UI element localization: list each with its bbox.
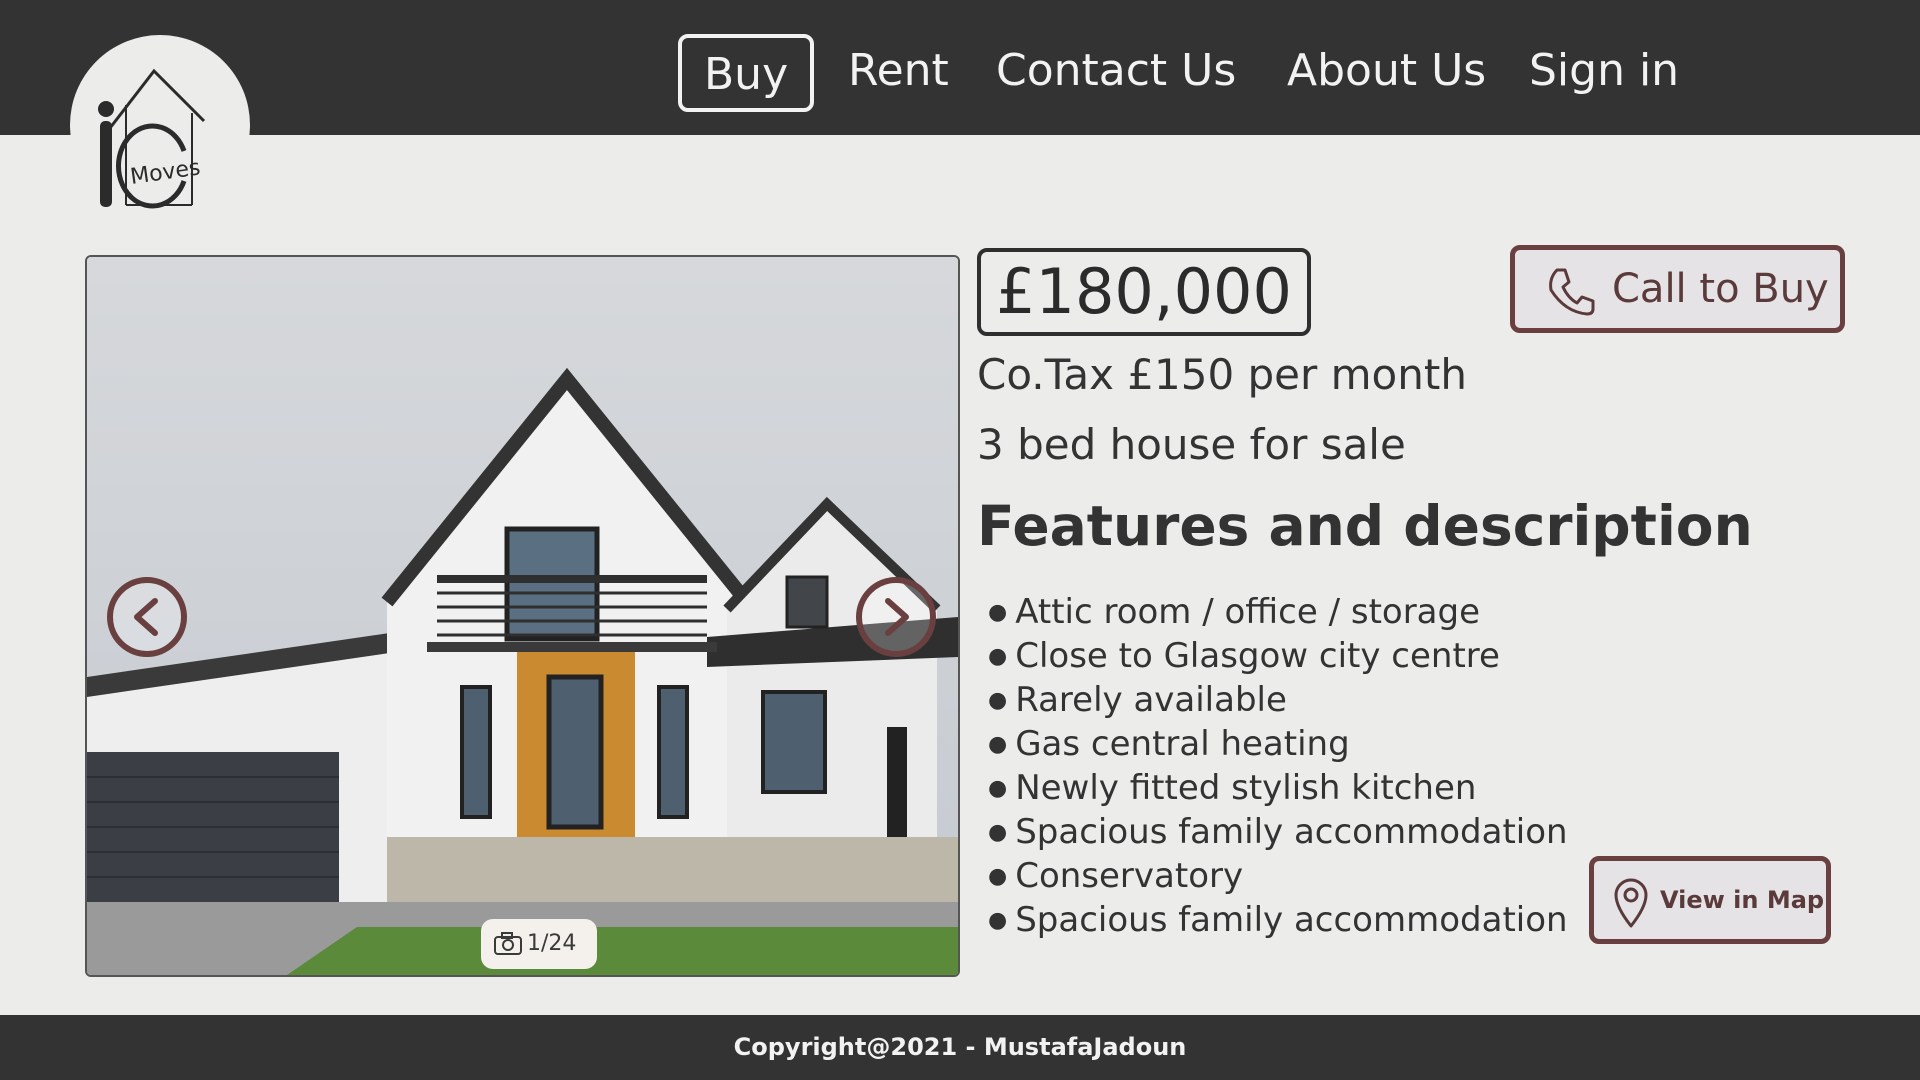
camera-icon xyxy=(494,932,522,955)
feature-item: Rarely available xyxy=(988,678,1568,722)
nav-contact-us[interactable]: Contact Us xyxy=(996,34,1236,112)
footer: Copyright@2021 - MustafaJadoun xyxy=(0,1015,1920,1080)
feature-item: Attic room / office / storage xyxy=(988,590,1568,634)
feature-item: Conservatory xyxy=(988,854,1568,898)
house-photo xyxy=(87,257,958,975)
chevron-right-icon xyxy=(885,598,909,636)
nav-rent[interactable]: Rent xyxy=(848,34,949,112)
photo-counter-text: 1/24 xyxy=(527,931,577,956)
feature-item: Gas central heating xyxy=(988,722,1568,766)
photo-counter: 1/24 xyxy=(481,919,597,969)
feature-item: Newly fitted stylish kitchen xyxy=(988,766,1568,810)
logo[interactable]: Moves xyxy=(70,35,250,215)
view-in-map-button[interactable]: View in Map xyxy=(1589,856,1831,944)
council-tax: Co.Tax £150 per month xyxy=(977,350,1467,399)
feature-item: Spacious family accommodation xyxy=(988,810,1567,854)
house-logo-icon: Moves xyxy=(98,68,206,209)
feature-item: Spacious family accommodation xyxy=(988,898,1567,942)
nav-buy[interactable]: Buy xyxy=(678,34,815,112)
features-heading: Features and description xyxy=(977,494,1753,558)
photo-gallery: 1/24 xyxy=(85,255,960,977)
call-to-buy-button[interactable]: Call to Buy xyxy=(1510,245,1845,333)
view-in-map-label: View in Map xyxy=(1660,886,1825,914)
chevron-left-icon xyxy=(134,598,158,636)
feature-item: Close to Glasgow city centre xyxy=(988,634,1568,678)
next-photo-button[interactable] xyxy=(856,577,936,657)
phone-icon xyxy=(1549,268,1595,316)
map-pin-icon xyxy=(1614,878,1648,928)
previous-photo-button[interactable] xyxy=(107,577,187,657)
nav-sign-in[interactable]: Sign in xyxy=(1529,34,1679,112)
logo-wordmark: Moves xyxy=(129,155,202,190)
listing-title: 3 bed house for sale xyxy=(977,420,1406,469)
features-list: Attic room / office / storage Close to G… xyxy=(988,590,1568,942)
nav-about-us[interactable]: About Us xyxy=(1287,34,1486,112)
copyright-text: Copyright@2021 - MustafaJadoun xyxy=(733,1033,1187,1061)
call-to-buy-label: Call to Buy xyxy=(1612,266,1829,312)
price: £180,000 xyxy=(977,248,1311,336)
top-navigation-bar: Buy Rent Contact Us About Us Sign in xyxy=(0,0,1920,135)
